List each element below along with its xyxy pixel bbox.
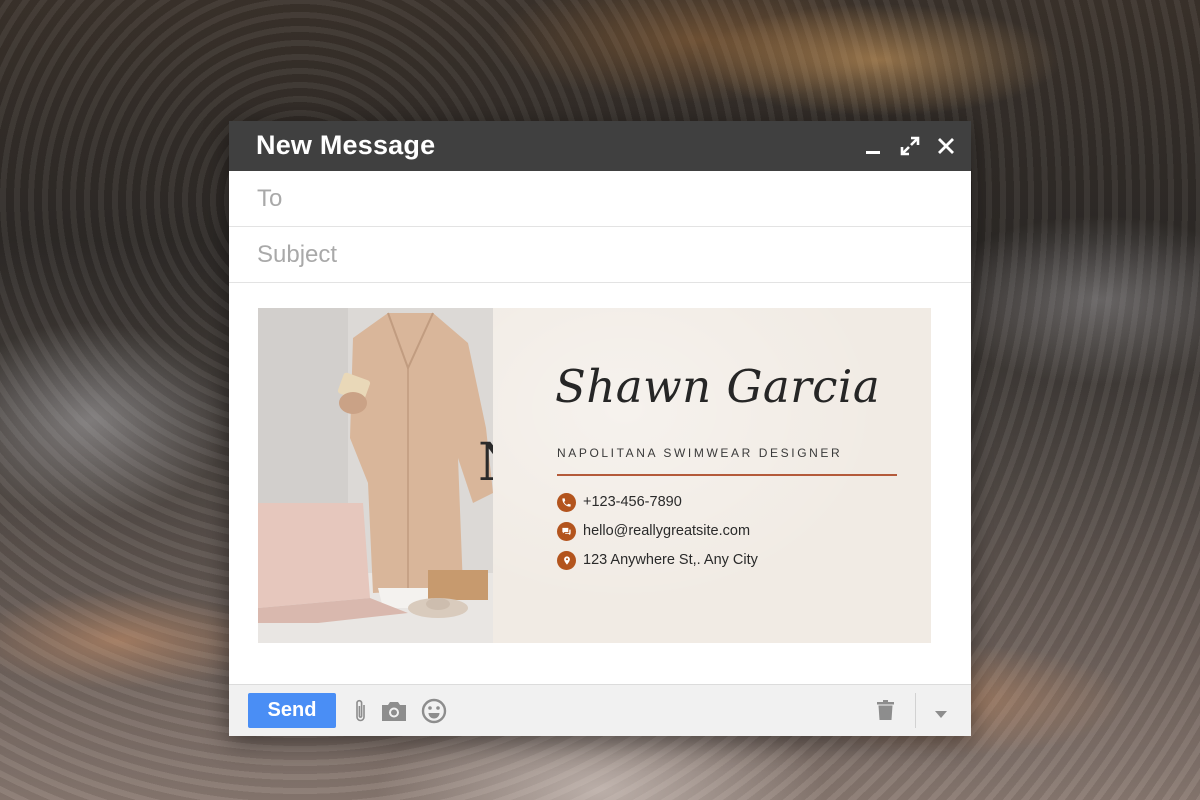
signature-card: Shawn Garcia NAPOLITANA SWIMWEAR DESIGNE…	[493, 308, 931, 643]
expand-icon[interactable]	[898, 134, 922, 158]
smiley-icon[interactable]	[421, 698, 447, 729]
contact-address-text: 123 Anywhere St,. Any City	[583, 552, 758, 568]
compose-titlebar: New Message	[229, 121, 971, 171]
signature-name: Shawn Garcia	[555, 360, 881, 413]
chat-icon	[557, 522, 576, 541]
to-field[interactable]: To	[229, 171, 971, 227]
camera-icon[interactable]	[379, 699, 409, 728]
minimize-icon[interactable]	[861, 134, 885, 158]
subject-field[interactable]: Subject	[229, 227, 971, 283]
signature-photo	[258, 308, 493, 643]
dropdown-arrow-icon[interactable]	[935, 706, 947, 724]
location-pin-icon	[557, 551, 576, 570]
close-icon[interactable]	[934, 134, 958, 158]
contact-email-text: hello@reallygreatsite.com	[583, 523, 751, 539]
contact-phone-text: +123-456-7890	[583, 494, 682, 510]
send-button[interactable]: Send	[248, 693, 336, 728]
compose-toolbar: Send	[229, 684, 971, 736]
signature-role: NAPOLITANA SWIMWEAR DESIGNER	[557, 446, 843, 460]
compose-window: New Message To Subject Shawn Garcia NAPO…	[229, 121, 971, 736]
email-signature: N. Shawn Garcia NAPOLITANA SWIMWEAR DESI…	[258, 308, 931, 643]
toolbar-divider	[915, 693, 916, 728]
trash-icon[interactable]	[877, 700, 894, 725]
compose-title: New Message	[256, 130, 436, 160]
to-placeholder: To	[257, 185, 283, 212]
subject-placeholder: Subject	[257, 241, 338, 268]
paperclip-icon[interactable]	[354, 698, 368, 729]
signature-divider	[557, 474, 897, 476]
phone-icon	[557, 493, 576, 512]
